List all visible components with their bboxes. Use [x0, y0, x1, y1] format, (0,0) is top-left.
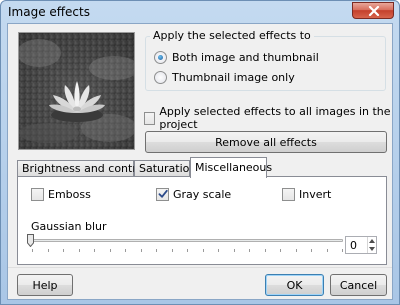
- radio-label: Thumbnail image only: [172, 70, 295, 84]
- apply-all-label: Apply selected effects to all images in …: [159, 105, 391, 131]
- slider-tick: [78, 249, 80, 252]
- radio-indicator[interactable]: [154, 70, 167, 84]
- close-icon: [368, 6, 380, 16]
- grayscale-checkbox[interactable]: Gray scale: [156, 187, 231, 201]
- image-preview: [18, 32, 135, 150]
- checkbox-box[interactable]: [282, 187, 295, 201]
- title-bar[interactable]: Image effects: [1, 1, 399, 23]
- invert-label: Invert: [299, 187, 332, 201]
- slider-tick: [342, 249, 343, 252]
- remove-all-effects-button[interactable]: Remove all effects: [145, 131, 387, 153]
- slider-tick: [264, 249, 266, 252]
- slider-tick: [233, 249, 235, 252]
- spinner-value[interactable]: 0: [350, 239, 357, 252]
- slider-tick: [94, 249, 95, 252]
- gaussian-blur-label: Gaussian blur: [31, 220, 107, 233]
- slider-tick: [63, 249, 64, 252]
- grayscale-label: Gray scale: [173, 187, 232, 201]
- slider-tick: [280, 249, 281, 252]
- ok-button[interactable]: OK: [265, 274, 324, 296]
- spin-down-icon: [369, 247, 375, 251]
- cancel-button[interactable]: Cancel: [330, 274, 387, 296]
- spin-up-icon: [369, 239, 375, 243]
- slider-tick: [311, 249, 312, 252]
- gaussian-blur-spinner[interactable]: 0: [345, 236, 377, 254]
- slider-ticks: [32, 249, 343, 253]
- check-icon: [158, 189, 168, 198]
- checkbox-box[interactable]: [144, 111, 156, 125]
- radio-label: Both image and thumbnail: [172, 50, 319, 64]
- apply-all-images-checkbox[interactable]: Apply selected effects to all images in …: [144, 105, 392, 131]
- invert-checkbox[interactable]: Invert: [282, 187, 331, 201]
- slider-tick: [125, 249, 126, 252]
- spin-up-button[interactable]: [368, 237, 376, 245]
- tab-brightness-contrast[interactable]: Brightness and contrast: [17, 160, 154, 177]
- radio-thumbnail-only[interactable]: Thumbnail image only: [154, 70, 295, 84]
- tab-saturation[interactable]: Saturation: [134, 160, 196, 177]
- dialog-window: Image effects Apply the selected effects…: [0, 0, 400, 305]
- help-button[interactable]: Help: [17, 274, 73, 296]
- slider-tick: [218, 249, 219, 252]
- radio-both-image-thumbnail[interactable]: Both image and thumbnail: [154, 50, 319, 64]
- dialog-client: Apply the selected effects to Both image…: [7, 23, 393, 300]
- slider-tick: [295, 249, 297, 252]
- emboss-checkbox[interactable]: Emboss: [31, 187, 91, 201]
- slider-tick: [140, 249, 142, 252]
- tab-miscellaneous[interactable]: Miscellaneous: [190, 157, 272, 178]
- slider-tick: [249, 249, 250, 252]
- checkbox-box[interactable]: [31, 187, 44, 201]
- slider-tick: [171, 249, 173, 252]
- slider-thumb[interactable]: [27, 234, 34, 247]
- gaussian-blur-slider[interactable]: [30, 239, 343, 242]
- water-lily-photo: [19, 33, 134, 149]
- checkbox-box[interactable]: [156, 187, 169, 201]
- slider-tick: [202, 249, 204, 252]
- spinner-buttons: [367, 237, 376, 253]
- slider-tick: [156, 249, 157, 252]
- slider-tick: [109, 249, 111, 252]
- radio-indicator[interactable]: [154, 50, 167, 64]
- slider-tick: [47, 249, 49, 252]
- apply-to-legend: Apply the selected effects to: [150, 29, 314, 42]
- window-title: Image effects: [8, 5, 90, 19]
- spin-down-button[interactable]: [368, 245, 376, 253]
- slider-tick: [326, 249, 328, 252]
- slider-tick: [187, 249, 188, 252]
- slider-tick: [32, 249, 33, 252]
- close-button[interactable]: [352, 2, 394, 19]
- emboss-label: Emboss: [48, 187, 91, 201]
